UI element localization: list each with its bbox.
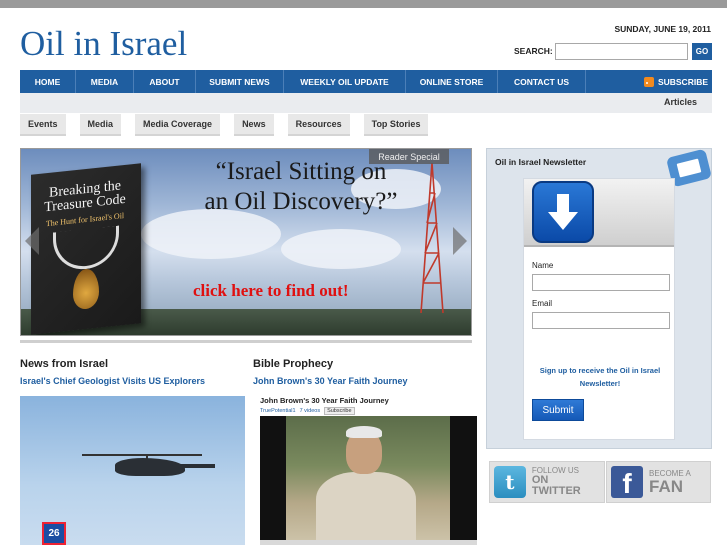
carousel-next-icon[interactable] [453, 227, 467, 255]
helicopter-image[interactable]: 26 [20, 396, 245, 545]
video-frame-image [286, 416, 450, 540]
nav-media[interactable]: MEDIA [76, 70, 134, 93]
facebook-big-label: FAN [649, 476, 683, 496]
articles-bar [20, 93, 712, 113]
signup-line-1: Sign up to receive the Oil in Israel [539, 366, 661, 375]
speaker-hair [346, 426, 382, 438]
book-cover: Breaking the Treasure Code The Hunt for … [31, 163, 141, 335]
newsletter-header [524, 179, 674, 247]
hero-banner[interactable]: Breaking the Treasure Code The Hunt for … [20, 148, 472, 336]
top-bar [0, 0, 727, 8]
nav-weekly-oil-update[interactable]: WEEKLY OIL UPDATE [284, 70, 406, 93]
subscribe-label: SUBSCRIBE [657, 76, 708, 87]
hero-cta-link[interactable]: click here to find out! [193, 281, 349, 301]
sub-nav: Events Media Media Coverage News Resourc… [20, 114, 429, 136]
news-section-title: News from Israel [20, 358, 109, 370]
facebook-icon: f [611, 466, 643, 498]
search-go-button[interactable]: GO [692, 43, 712, 60]
twitter-icon: t [494, 466, 526, 498]
search-label: SEARCH: [514, 46, 553, 56]
nav-home[interactable]: HOME [20, 70, 76, 93]
headline-line-2: an Oil Discovery?” [204, 188, 398, 215]
hero-headline: “Israel Sitting on an Oil Discovery?” [171, 157, 431, 217]
subscribe-link[interactable]: SUBSCRIBE [643, 70, 712, 93]
facebook-text: BECOME A FAN [649, 469, 691, 496]
newsletter-submit-button[interactable]: Submit [532, 399, 584, 421]
current-date: SUNDAY, JUNE 19, 2011 [614, 24, 711, 34]
nav-submit-news[interactable]: SUBMIT NEWS [196, 70, 284, 93]
newsletter-form: Name Email Sign up to receive the Oil in… [523, 178, 675, 440]
video-player[interactable] [260, 416, 477, 540]
twitter-text: FOLLOW US ON TWITTER [532, 467, 600, 497]
site-logo[interactable]: Oil in Israel [20, 24, 187, 64]
nav-online-store[interactable]: ONLINE STORE [406, 70, 498, 93]
twitter-follow-button[interactable]: t FOLLOW US ON TWITTER [489, 461, 605, 503]
newsletter-title: Oil in Israel Newsletter [495, 157, 587, 167]
email-label: Email [532, 299, 553, 308]
oil-drop-icon [73, 267, 99, 311]
prophecy-link[interactable]: John Brown's 30 Year Faith Journey [253, 376, 408, 386]
tv-station-logo: 26 [42, 522, 66, 545]
video-count: 7 videos [299, 408, 321, 414]
speaker-body [316, 472, 416, 540]
helicopter-tail [175, 464, 215, 468]
main-nav: HOME MEDIA ABOUT SUBMIT NEWS WEEKLY OIL … [20, 70, 712, 93]
rss-icon [643, 76, 654, 87]
video-meta: TruePotential1 7 videos Subscribe [260, 407, 355, 415]
name-field[interactable] [532, 274, 670, 291]
email-field[interactable] [532, 312, 670, 329]
prophecy-section-title: Bible Prophecy [253, 358, 334, 370]
subnav-top-stories[interactable]: Top Stories [363, 114, 429, 136]
video-embed[interactable]: John Brown's 30 Year Faith Journey TrueP… [256, 392, 477, 545]
articles-tab[interactable]: Articles [664, 97, 697, 107]
cloud [281, 229, 401, 269]
video-title: John Brown's 30 Year Faith Journey [260, 396, 389, 405]
download-arrow-icon [532, 181, 594, 243]
subnav-events[interactable]: Events [20, 114, 66, 136]
hero-divider [20, 340, 472, 343]
facebook-fan-button[interactable]: f BECOME A FAN [606, 461, 711, 503]
signup-text: Sign up to receive the Oil in Israel New… [528, 365, 672, 391]
video-subscribe-button[interactable]: Subscribe [324, 407, 355, 415]
search-input[interactable] [555, 43, 688, 60]
menorah-icon [53, 225, 119, 273]
name-label: Name [532, 261, 554, 270]
reader-special-badge: Reader Special [369, 149, 449, 164]
subnav-news[interactable]: News [234, 114, 274, 136]
news-link[interactable]: Israel's Chief Geologist Visits US Explo… [20, 376, 205, 386]
subnav-media-coverage[interactable]: Media Coverage [135, 114, 221, 136]
video-controls[interactable] [260, 540, 477, 545]
twitter-big-label: ON TWITTER [531, 474, 581, 497]
signup-line-2: Newsletter! [579, 378, 621, 388]
carousel-prev-icon[interactable] [25, 227, 39, 255]
nav-about[interactable]: ABOUT [134, 70, 196, 93]
nav-contact-us[interactable]: CONTACT US [498, 70, 586, 93]
subnav-media[interactable]: Media [79, 114, 122, 136]
newsletter-panel: Oil in Israel Newsletter Name Email Sign… [486, 148, 713, 449]
video-channel[interactable]: TruePotential1 [260, 408, 296, 414]
subnav-resources[interactable]: Resources [287, 114, 350, 136]
rotor [82, 454, 202, 456]
